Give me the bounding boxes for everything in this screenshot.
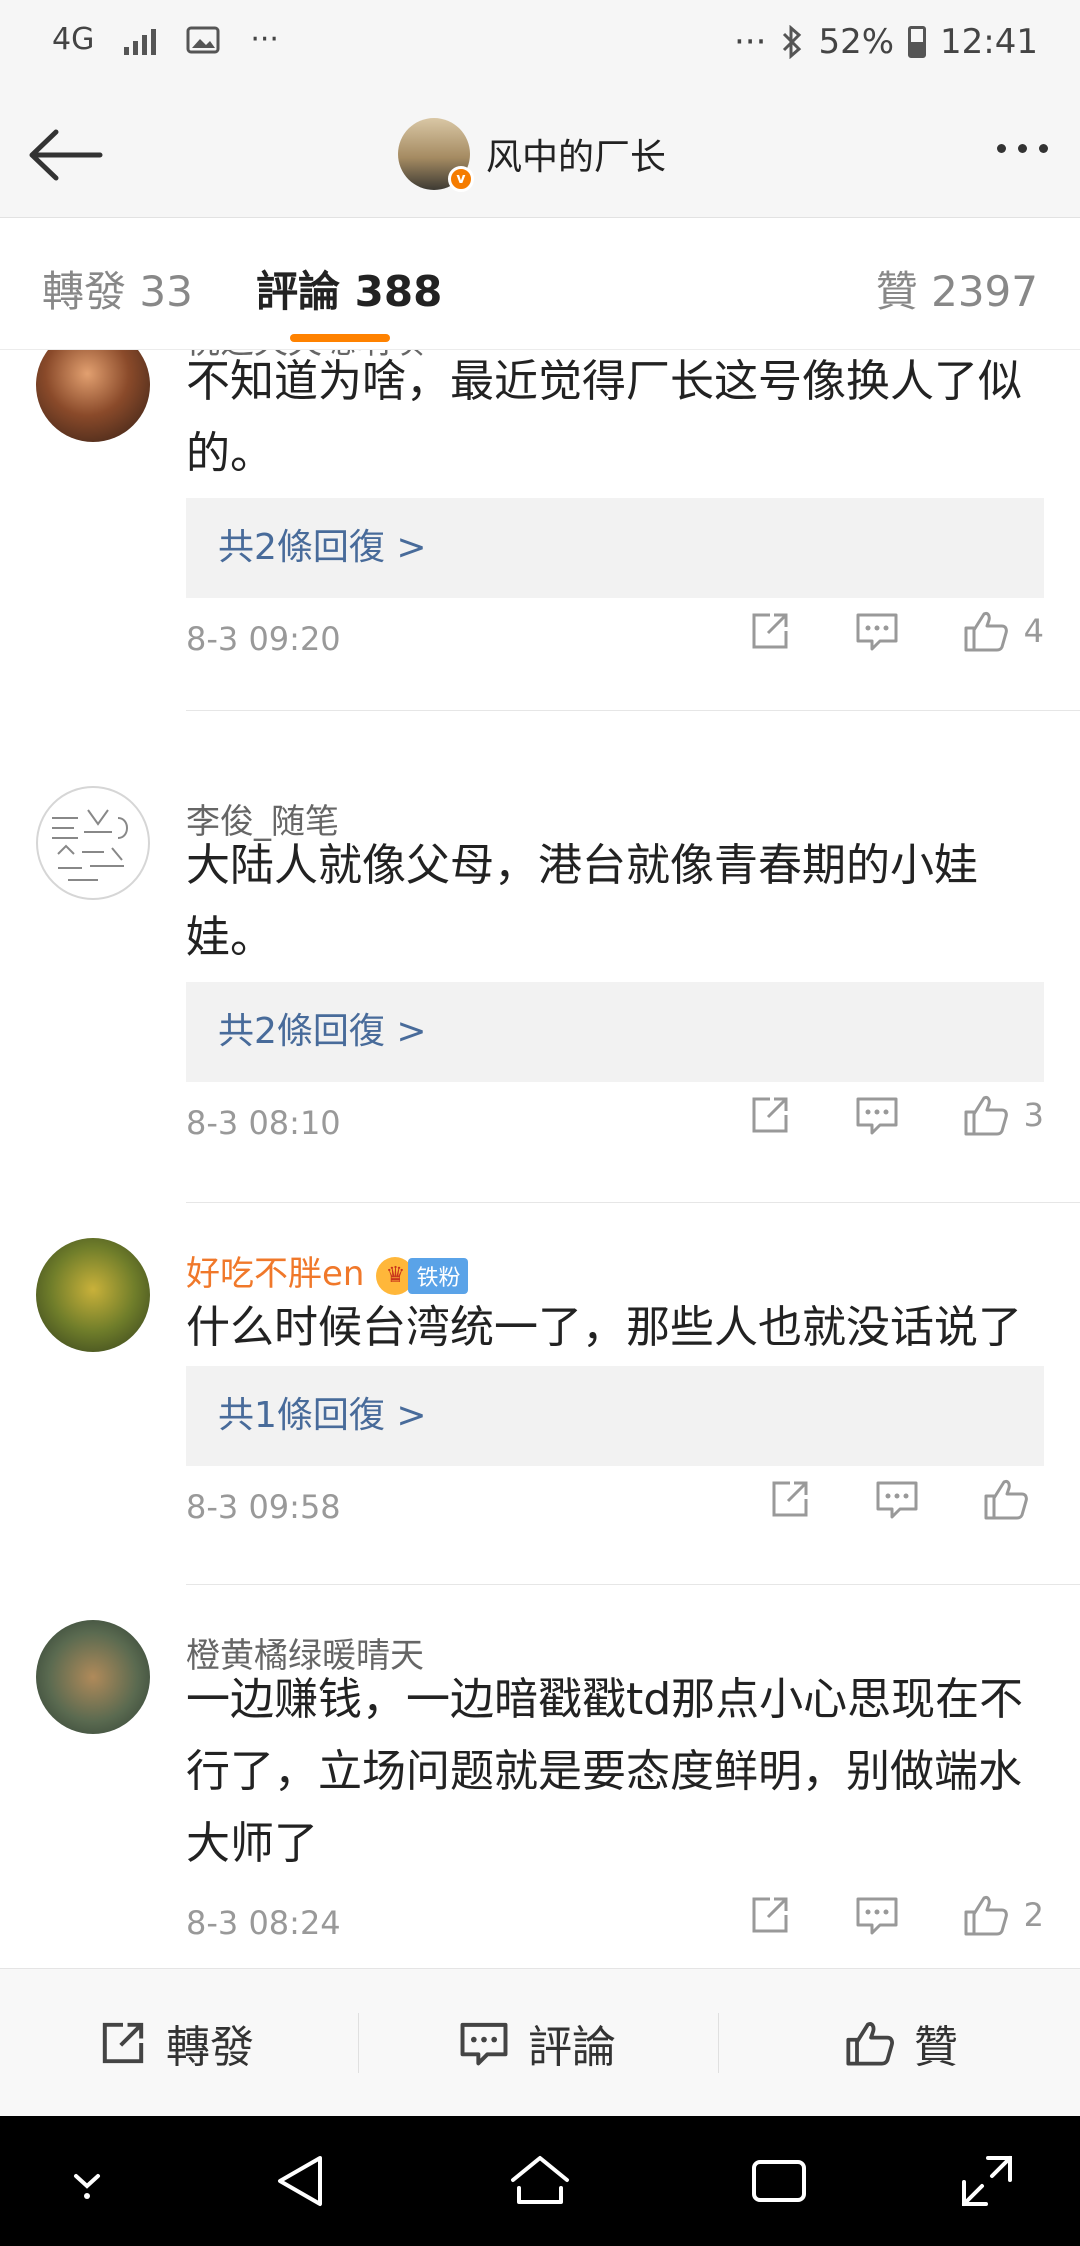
share-button[interactable] (748, 1093, 792, 1137)
share-icon (752, 1097, 788, 1133)
separator (718, 2013, 719, 2073)
comment-time: 8-3 09:58 (186, 1488, 341, 1526)
like-count: 3 (1023, 1096, 1044, 1134)
comment-time: 8-3 08:10 (186, 1104, 341, 1142)
more-options-button[interactable] (997, 144, 1048, 153)
more-dot-icon (1018, 144, 1027, 153)
view-replies-link[interactable]: 共2條回復 > (186, 982, 1044, 1082)
like-button[interactable]: 2 (962, 1892, 1044, 1938)
signal-icon (124, 25, 157, 55)
back-button[interactable] (26, 120, 106, 190)
system-nav-bar (0, 2116, 1080, 2246)
view-replies-link[interactable]: 共2條回復 > (186, 498, 1044, 598)
like-count: 4 (1023, 612, 1044, 650)
author-avatar[interactable]: v (398, 118, 474, 192)
bluetooth-icon (783, 25, 802, 59)
share-icon (752, 1897, 788, 1933)
status-dots: ··· (734, 22, 767, 62)
thumbs-up-icon (964, 612, 1008, 652)
commenter-avatar[interactable] (36, 1238, 150, 1352)
hide-keyboard-icon[interactable] (52, 2146, 122, 2216)
comment-text: 一边赚钱，一边暗戳戳td那点小心思现在不行了，立场问题就是要态度鲜明，别做端水大… (186, 1674, 1024, 1869)
share-button[interactable] (768, 1477, 812, 1521)
like-post-button[interactable]: 贊 (844, 1969, 958, 2117)
comment-button[interactable]: 評論 (458, 1969, 616, 2117)
commenter-name-text: 好吃不胖en (186, 1254, 365, 1294)
like-button[interactable]: 3 (962, 1092, 1044, 1138)
back-arrow-icon (29, 129, 103, 181)
active-tab-indicator (290, 334, 390, 342)
comment-text: 不知道为啥，最近觉得厂长这号像换人了似的。 (186, 356, 1022, 479)
home-nav-icon[interactable] (505, 2146, 575, 2216)
share-icon (752, 613, 788, 649)
battery-percent: 52% (818, 22, 895, 62)
fan-badge: ♛ 铁粉 (376, 1256, 469, 1295)
network-indicator: 4G (52, 22, 95, 57)
image-icon (186, 26, 220, 53)
comment-list: 桃之夭夭嗯呐呗 不知道为啥，最近觉得厂长这号像换人了似的。 共2條回復 > 8-… (0, 350, 1080, 1968)
repost-icon (102, 2022, 144, 2064)
fullscreen-icon[interactable] (952, 2146, 1022, 2216)
tab-likes[interactable]: 贊 2397 (876, 258, 1038, 319)
tab-comments[interactable]: 評論 388 (256, 258, 442, 319)
repost-button[interactable]: 轉發 (98, 1969, 254, 2117)
commenter-avatar[interactable] (36, 350, 150, 442)
comment-icon (856, 1897, 898, 1935)
share-button[interactable] (748, 1893, 792, 1937)
back-nav-icon[interactable] (266, 2146, 336, 2216)
share-icon (772, 1481, 808, 1517)
reply-button[interactable] (854, 1093, 900, 1137)
comment-time: 8-3 08:24 (186, 1904, 341, 1942)
view-replies-link[interactable]: 共1條回復 > (186, 1366, 1044, 1466)
comment-text: 什么时候台湾统一了，那些人也就没话说了 (186, 1302, 1022, 1353)
separator (358, 2013, 359, 2073)
verified-badge-icon: v (448, 166, 474, 192)
reply-button[interactable] (854, 1893, 900, 1937)
battery-icon (908, 26, 927, 58)
like-count: 2 (1023, 1896, 1044, 1934)
thumbs-up-icon (984, 1480, 1028, 1520)
thumbs-up-icon (964, 1896, 1008, 1936)
comment-icon (876, 1481, 918, 1519)
tab-repost[interactable]: 轉發 33 (42, 258, 193, 319)
comment-divider (186, 1584, 1080, 1585)
comment-icon (856, 613, 898, 651)
commenter-avatar[interactable] (36, 786, 150, 900)
like-button[interactable]: 4 (962, 608, 1044, 654)
title-bar: v 风中的厂长 (0, 92, 1080, 218)
comment-time: 8-3 09:20 (186, 620, 341, 658)
repost-label: 轉發 (166, 2022, 254, 2073)
recent-apps-icon[interactable] (744, 2146, 814, 2216)
comment-actions: 4 (686, 608, 1044, 654)
comment-text: 大陆人就像父母，港台就像青春期的小娃娃。 (186, 840, 978, 963)
comment-icon (856, 1097, 898, 1135)
fan-badge-label: 铁粉 (408, 1257, 469, 1294)
thumbs-up-icon (964, 1096, 1008, 1136)
comment-divider (186, 1202, 1080, 1203)
bottom-action-bar: 轉發 評論 贊 (0, 1968, 1080, 2116)
like-button[interactable] (982, 1476, 1044, 1522)
commenter-name[interactable]: 好吃不胖en ♛ 铁粉 (186, 1246, 469, 1295)
comment-icon (460, 2022, 508, 2066)
reply-button[interactable] (854, 609, 900, 653)
more-dot-icon (997, 144, 1006, 153)
comment-actions: 3 (686, 1092, 1044, 1138)
like-label: 贊 (914, 2022, 958, 2073)
sketch-avatar-image (52, 809, 128, 881)
comment-actions (706, 1476, 1044, 1522)
more-dot-icon (1039, 144, 1048, 153)
author-header[interactable]: v 风中的厂长 (398, 118, 667, 192)
status-bar: 4G ··· ··· 52% 12:41 (0, 0, 1080, 92)
share-button[interactable] (748, 609, 792, 653)
comment-label: 評論 (528, 2022, 616, 2073)
more-notifications: ··· (250, 22, 279, 57)
comment-actions: 2 (686, 1892, 1044, 1938)
commenter-avatar[interactable] (36, 1620, 150, 1734)
page-title: 风中的厂长 (486, 137, 667, 178)
comment-divider (186, 710, 1080, 711)
clock: 12:41 (940, 22, 1038, 62)
tab-bar: 轉發 33 評論 388 贊 2397 (0, 218, 1080, 350)
reply-button[interactable] (874, 1477, 920, 1521)
thumbs-up-icon (846, 2022, 894, 2066)
